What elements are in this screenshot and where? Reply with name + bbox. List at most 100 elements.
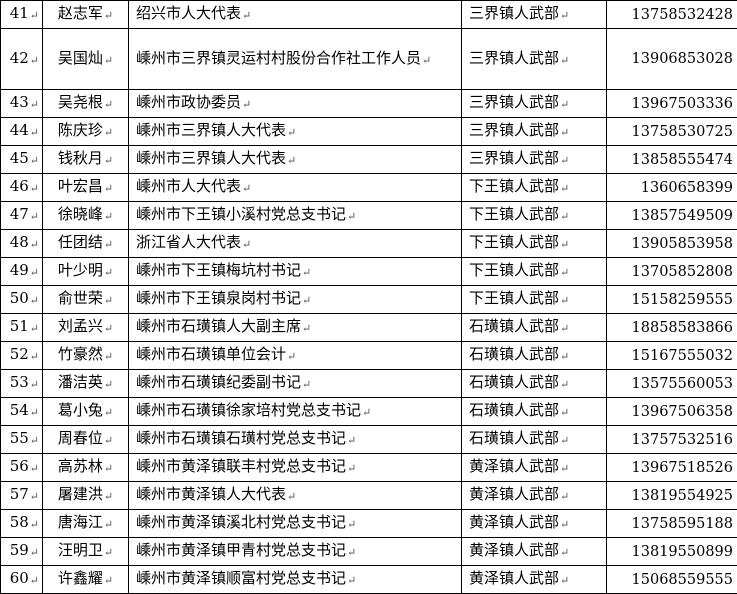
paragraph-mark-icon: ↵ [560, 378, 569, 391]
paragraph-mark-icon: ↵ [287, 490, 296, 503]
cell-text: 嵊州市石璜镇单位会计 [136, 345, 286, 363]
cell-text: 嵊州市黄泽镇联丰村党总支书记 [136, 457, 346, 475]
department-cell: 下王镇人武部↵ [462, 230, 607, 258]
cell-text: 53 [10, 373, 29, 391]
cell-text: 42 [10, 49, 29, 67]
paragraph-mark-icon: ↵ [30, 238, 39, 251]
unit-cell: 嵊州市石璜镇石璜村党总支书记↵ [129, 426, 462, 454]
cell-text: 陈庆珍 [58, 121, 103, 139]
cell-text: 嵊州市三界镇人大代表 [136, 121, 286, 139]
phone-cell: 1360658399 [607, 174, 737, 202]
paragraph-mark-icon: ↵ [560, 434, 569, 447]
cell-text: 高苏林 [58, 457, 103, 475]
cell-text: 黄泽镇人武部 [469, 569, 559, 587]
name-cell: 高苏林↵ [43, 454, 129, 482]
paragraph-mark-icon: ↵ [560, 574, 569, 587]
unit-cell: 嵊州市黄泽镇溪北村党总支书记↵ [129, 510, 462, 538]
department-cell: 黄泽镇人武部↵ [462, 538, 607, 566]
table-row: 53↵潘洁英↵嵊州市石璜镇纪委副书记↵石璜镇人武部↵13575560053 [1, 370, 737, 398]
cell-text: 嵊州市黄泽镇人大代表 [136, 485, 286, 503]
paragraph-mark-icon: ↵ [30, 350, 39, 363]
paragraph-mark-icon: ↵ [104, 182, 113, 195]
table-body: 41↵赵志军↵绍兴市人大代表↵三界镇人武部↵1375853242842↵吴国灿↵… [1, 1, 737, 594]
table-row: 43↵吴尧根↵嵊州市政协委员↵三界镇人武部↵13967503336 [1, 90, 737, 118]
row-number-cell: 50↵ [1, 286, 43, 314]
name-cell: 刘孟兴↵ [43, 314, 129, 342]
department-cell: 三界镇人武部↵ [462, 1, 607, 29]
cell-text: 60 [10, 569, 29, 587]
cell-text: 俞世荣 [58, 289, 103, 307]
cell-text: 13819550899 [632, 544, 733, 560]
cell-text: 徐晓峰 [58, 205, 103, 223]
cell-text: 下王镇人武部 [469, 289, 559, 307]
cell-text: 下王镇人武部 [469, 261, 559, 279]
table-row: 49↵叶少明↵嵊州市下王镇梅坑村书记↵下王镇人武部↵13705852808 [1, 258, 737, 286]
paragraph-mark-icon: ↵ [30, 378, 39, 391]
phone-cell: 15158259555 [607, 286, 737, 314]
paragraph-mark-icon: ↵ [302, 378, 311, 391]
cell-text: 嵊州市下王镇泉岗村书记 [136, 289, 301, 307]
cell-text: 三界镇人武部 [469, 149, 559, 167]
cell-text: 黄泽镇人武部 [469, 457, 559, 475]
cell-text: 嵊州市黄泽镇溪北村党总支书记 [136, 513, 346, 531]
cell-text: 52 [10, 345, 29, 363]
cell-text: 49 [10, 261, 29, 279]
cell-text: 嵊州市黄泽镇顺富村党总支书记 [136, 569, 346, 587]
row-number-cell: 58↵ [1, 510, 43, 538]
department-cell: 三界镇人武部↵ [462, 146, 607, 174]
paragraph-mark-icon: ↵ [104, 294, 113, 307]
name-cell: 赵志军↵ [43, 1, 129, 29]
cell-text: 13967506358 [632, 404, 733, 420]
paragraph-mark-icon: ↵ [560, 154, 569, 167]
paragraph-mark-icon: ↵ [104, 98, 113, 111]
phone-cell: 13905853958 [607, 230, 737, 258]
cell-text: 黄泽镇人武部 [469, 485, 559, 503]
phone-cell: 15068559555 [607, 566, 737, 594]
row-number-cell: 55↵ [1, 426, 43, 454]
name-cell: 俞世荣↵ [43, 286, 129, 314]
department-cell: 石璜镇人武部↵ [462, 426, 607, 454]
department-cell: 三界镇人武部↵ [462, 29, 607, 90]
cell-text: 黄泽镇人武部 [469, 541, 559, 559]
paragraph-mark-icon: ↵ [347, 210, 356, 223]
paragraph-mark-icon: ↵ [560, 350, 569, 363]
table-row: 48↵任团结↵浙江省人大代表↵下王镇人武部↵13905853958 [1, 230, 737, 258]
cell-text: 58 [10, 513, 29, 531]
phone-cell: 13757532516 [607, 426, 737, 454]
paragraph-mark-icon: ↵ [104, 210, 113, 223]
cell-text: 嵊州市人大代表 [136, 177, 241, 195]
cell-text: 13858555474 [632, 152, 733, 168]
paragraph-mark-icon: ↵ [302, 294, 311, 307]
cell-text: 屠建洪 [58, 485, 103, 503]
paragraph-mark-icon: ↵ [104, 434, 113, 447]
table-row: 56↵高苏林↵嵊州市黄泽镇联丰村党总支书记↵黄泽镇人武部↵13967518526 [1, 454, 737, 482]
department-cell: 黄泽镇人武部↵ [462, 566, 607, 594]
row-number-cell: 53↵ [1, 370, 43, 398]
cell-text: 13758595188 [632, 516, 733, 532]
row-number-cell: 52↵ [1, 342, 43, 370]
name-cell: 许鑫耀↵ [43, 566, 129, 594]
phone-cell: 13758595188 [607, 510, 737, 538]
name-cell: 唐海江↵ [43, 510, 129, 538]
phone-cell: 13906853028 [607, 29, 737, 90]
paragraph-mark-icon: ↵ [422, 54, 431, 67]
cell-text: 葛小兔 [58, 401, 103, 419]
cell-text: 59 [10, 541, 29, 559]
cell-text: 石璜镇人武部 [469, 429, 559, 447]
cell-text: 三界镇人武部 [469, 4, 559, 22]
unit-cell: 嵊州市下王镇泉岗村书记↵ [129, 286, 462, 314]
name-cell: 潘洁英↵ [43, 370, 129, 398]
row-number-cell: 44↵ [1, 118, 43, 146]
cell-text: 15167555032 [632, 348, 733, 364]
paragraph-mark-icon: ↵ [560, 406, 569, 419]
cell-text: 潘洁英 [58, 373, 103, 391]
paragraph-mark-icon: ↵ [287, 126, 296, 139]
row-number-cell: 45↵ [1, 146, 43, 174]
cell-text: 13705852808 [632, 264, 733, 280]
row-number-cell: 49↵ [1, 258, 43, 286]
unit-cell: 嵊州市石璜镇纪委副书记↵ [129, 370, 462, 398]
paragraph-mark-icon: ↵ [347, 462, 356, 475]
table-row: 54↵葛小兔↵嵊州市石璜镇徐家培村党总支书记↵石璜镇人武部↵1396750635… [1, 398, 737, 426]
unit-cell: 嵊州市黄泽镇联丰村党总支书记↵ [129, 454, 462, 482]
table-row: 60↵许鑫耀↵嵊州市黄泽镇顺富村党总支书记↵黄泽镇人武部↵15068559555 [1, 566, 737, 594]
